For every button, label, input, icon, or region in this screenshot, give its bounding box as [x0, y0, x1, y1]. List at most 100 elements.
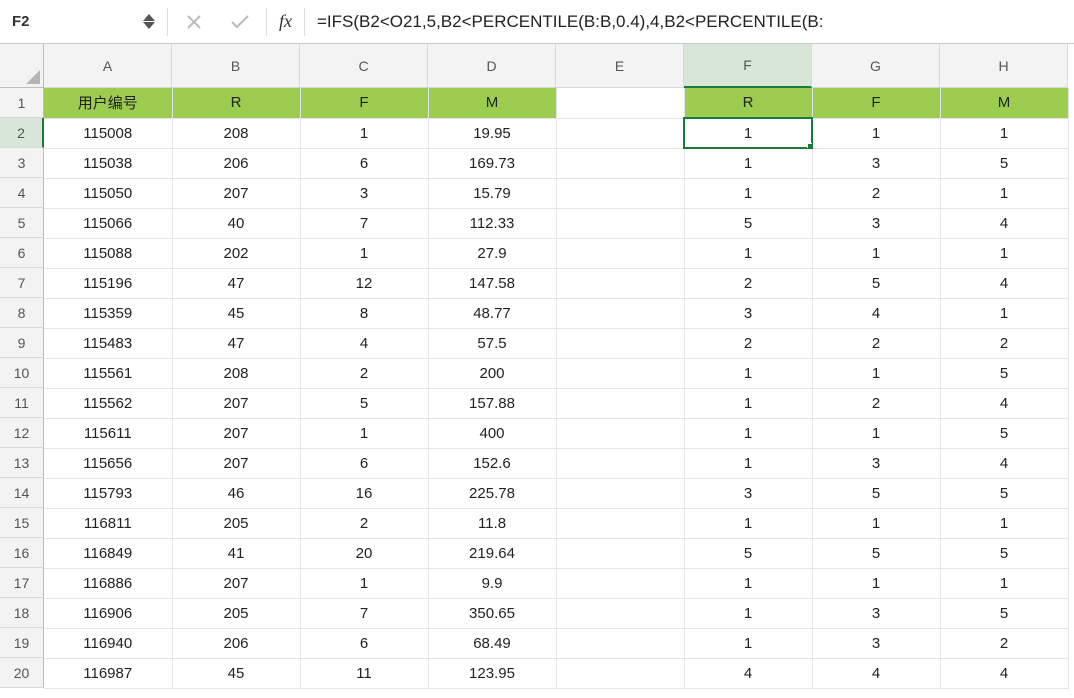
- cell-H14[interactable]: 5: [940, 478, 1068, 508]
- cell-H17[interactable]: 1: [940, 568, 1068, 598]
- cell-E20[interactable]: [556, 658, 684, 688]
- cell-F4[interactable]: 1: [684, 178, 812, 208]
- cells-area[interactable]: 用户编号RFMRFM115008208119.95111115038206616…: [44, 88, 1069, 689]
- cell-G7[interactable]: 5: [812, 268, 940, 298]
- select-all-corner[interactable]: [0, 44, 44, 88]
- cell-E19[interactable]: [556, 628, 684, 658]
- cell-B15[interactable]: 205: [172, 508, 300, 538]
- row-header-16[interactable]: 16: [0, 538, 44, 568]
- column-header-H[interactable]: H: [940, 44, 1068, 88]
- cell-G4[interactable]: 2: [812, 178, 940, 208]
- cell-C18[interactable]: 7: [300, 598, 428, 628]
- cell-E13[interactable]: [556, 448, 684, 478]
- cell-C14[interactable]: 16: [300, 478, 428, 508]
- cell-C7[interactable]: 12: [300, 268, 428, 298]
- cell-B2[interactable]: 208: [172, 118, 300, 148]
- cell-A18[interactable]: 116906: [44, 598, 172, 628]
- cell-B7[interactable]: 47: [172, 268, 300, 298]
- cell-D2[interactable]: 19.95: [428, 118, 556, 148]
- cell-D19[interactable]: 68.49: [428, 628, 556, 658]
- row-header-20[interactable]: 20: [0, 658, 44, 688]
- cell-F15[interactable]: 1: [684, 508, 812, 538]
- column-header-A[interactable]: A: [44, 44, 172, 88]
- cell-H6[interactable]: 1: [940, 238, 1068, 268]
- cell-H3[interactable]: 5: [940, 148, 1068, 178]
- cell-H18[interactable]: 5: [940, 598, 1068, 628]
- cell-A19[interactable]: 116940: [44, 628, 172, 658]
- cell-C3[interactable]: 6: [300, 148, 428, 178]
- row-header-2[interactable]: 2: [0, 118, 44, 148]
- cell-G20[interactable]: 4: [812, 658, 940, 688]
- cell-D6[interactable]: 27.9: [428, 238, 556, 268]
- cell-E8[interactable]: [556, 298, 684, 328]
- cell-C16[interactable]: 20: [300, 538, 428, 568]
- cell-G12[interactable]: 1: [812, 418, 940, 448]
- cell-A5[interactable]: 115066: [44, 208, 172, 238]
- row-header-13[interactable]: 13: [0, 448, 44, 478]
- cell-B18[interactable]: 205: [172, 598, 300, 628]
- formula-input[interactable]: =IFS(B2<O21,5,B2<PERCENTILE(B:B,0.4),4,B…: [311, 12, 1068, 32]
- cell-E2[interactable]: [556, 118, 684, 148]
- cell-D7[interactable]: 147.58: [428, 268, 556, 298]
- cell-H20[interactable]: 4: [940, 658, 1068, 688]
- cell-B1[interactable]: R: [172, 88, 300, 118]
- row-header-8[interactable]: 8: [0, 298, 44, 328]
- cell-C10[interactable]: 2: [300, 358, 428, 388]
- cell-B19[interactable]: 206: [172, 628, 300, 658]
- cell-H8[interactable]: 1: [940, 298, 1068, 328]
- row-header-9[interactable]: 9: [0, 328, 44, 358]
- cell-A17[interactable]: 116886: [44, 568, 172, 598]
- cell-A13[interactable]: 115656: [44, 448, 172, 478]
- cell-H5[interactable]: 4: [940, 208, 1068, 238]
- cell-D1[interactable]: M: [428, 88, 556, 118]
- cell-E6[interactable]: [556, 238, 684, 268]
- cell-B13[interactable]: 207: [172, 448, 300, 478]
- fx-label[interactable]: fx: [273, 11, 298, 32]
- cell-B10[interactable]: 208: [172, 358, 300, 388]
- cell-A3[interactable]: 115038: [44, 148, 172, 178]
- cell-G17[interactable]: 1: [812, 568, 940, 598]
- cell-D18[interactable]: 350.65: [428, 598, 556, 628]
- column-header-F[interactable]: F: [684, 44, 812, 88]
- cell-A15[interactable]: 116811: [44, 508, 172, 538]
- cell-G5[interactable]: 3: [812, 208, 940, 238]
- cell-G3[interactable]: 3: [812, 148, 940, 178]
- cell-F14[interactable]: 3: [684, 478, 812, 508]
- cell-C13[interactable]: 6: [300, 448, 428, 478]
- cell-G16[interactable]: 5: [812, 538, 940, 568]
- cell-F8[interactable]: 3: [684, 298, 812, 328]
- cell-D13[interactable]: 152.6: [428, 448, 556, 478]
- cell-H19[interactable]: 2: [940, 628, 1068, 658]
- cell-C8[interactable]: 8: [300, 298, 428, 328]
- cell-C4[interactable]: 3: [300, 178, 428, 208]
- cell-H13[interactable]: 4: [940, 448, 1068, 478]
- cell-E7[interactable]: [556, 268, 684, 298]
- cell-F20[interactable]: 4: [684, 658, 812, 688]
- cell-A1[interactable]: 用户编号: [44, 88, 172, 118]
- cell-H10[interactable]: 5: [940, 358, 1068, 388]
- cell-D20[interactable]: 123.95: [428, 658, 556, 688]
- cell-H9[interactable]: 2: [940, 328, 1068, 358]
- cell-C11[interactable]: 5: [300, 388, 428, 418]
- cell-F1[interactable]: R: [684, 88, 812, 118]
- row-header-15[interactable]: 15: [0, 508, 44, 538]
- cell-H1[interactable]: M: [940, 88, 1068, 118]
- row-header-18[interactable]: 18: [0, 598, 44, 628]
- cell-B20[interactable]: 45: [172, 658, 300, 688]
- cell-B5[interactable]: 40: [172, 208, 300, 238]
- cell-C19[interactable]: 6: [300, 628, 428, 658]
- cell-D15[interactable]: 11.8: [428, 508, 556, 538]
- column-header-B[interactable]: B: [172, 44, 300, 88]
- cell-H15[interactable]: 1: [940, 508, 1068, 538]
- cell-F2[interactable]: 1: [684, 118, 812, 148]
- cell-G14[interactable]: 5: [812, 478, 940, 508]
- cell-B14[interactable]: 46: [172, 478, 300, 508]
- cell-E10[interactable]: [556, 358, 684, 388]
- cell-H11[interactable]: 4: [940, 388, 1068, 418]
- cell-B6[interactable]: 202: [172, 238, 300, 268]
- row-header-3[interactable]: 3: [0, 148, 44, 178]
- cell-E18[interactable]: [556, 598, 684, 628]
- cell-D11[interactable]: 157.88: [428, 388, 556, 418]
- cell-G1[interactable]: F: [812, 88, 940, 118]
- row-header-10[interactable]: 10: [0, 358, 44, 388]
